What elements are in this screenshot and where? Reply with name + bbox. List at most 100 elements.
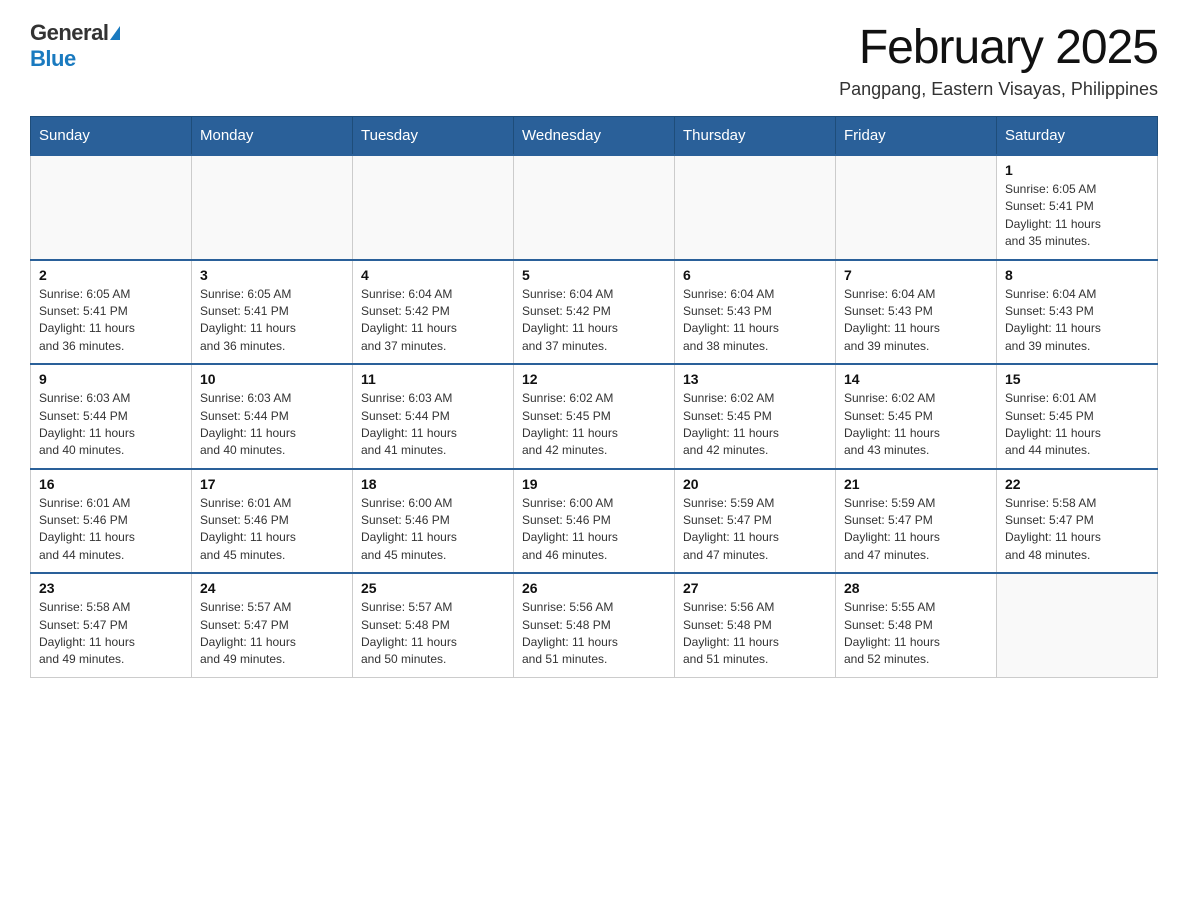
day-number: 11	[361, 371, 505, 387]
logo: General Blue	[30, 20, 120, 72]
calendar-cell	[514, 155, 675, 260]
day-number: 8	[1005, 267, 1149, 283]
weekday-header-tuesday: Tuesday	[353, 117, 514, 156]
day-number: 14	[844, 371, 988, 387]
week-row-3: 9 Sunrise: 6:03 AMSunset: 5:44 PMDaylight…	[31, 364, 1158, 469]
day-info: Sunrise: 5:59 AMSunset: 5:47 PMDaylight:…	[683, 495, 827, 565]
calendar-cell: 24 Sunrise: 5:57 AMSunset: 5:47 PMDayligh…	[192, 573, 353, 677]
calendar-cell: 17 Sunrise: 6:01 AMSunset: 5:46 PMDayligh…	[192, 469, 353, 574]
day-info: Sunrise: 6:04 AMSunset: 5:42 PMDaylight:…	[361, 286, 505, 356]
day-number: 10	[200, 371, 344, 387]
day-info: Sunrise: 6:05 AMSunset: 5:41 PMDaylight:…	[200, 286, 344, 356]
day-number: 17	[200, 476, 344, 492]
calendar-cell	[31, 155, 192, 260]
day-info: Sunrise: 6:02 AMSunset: 5:45 PMDaylight:…	[844, 390, 988, 460]
day-number: 24	[200, 580, 344, 596]
calendar-table: SundayMondayTuesdayWednesdayThursdayFrid…	[30, 116, 1158, 678]
day-info: Sunrise: 6:01 AMSunset: 5:46 PMDaylight:…	[200, 495, 344, 565]
weekday-header-row: SundayMondayTuesdayWednesdayThursdayFrid…	[31, 117, 1158, 156]
logo-triangle-icon	[110, 26, 120, 40]
logo-general-text: General	[30, 20, 108, 46]
day-info: Sunrise: 5:57 AMSunset: 5:47 PMDaylight:…	[200, 599, 344, 669]
calendar-cell: 2 Sunrise: 6:05 AMSunset: 5:41 PMDaylight…	[31, 260, 192, 365]
day-number: 13	[683, 371, 827, 387]
calendar-cell: 20 Sunrise: 5:59 AMSunset: 5:47 PMDayligh…	[675, 469, 836, 574]
day-number: 27	[683, 580, 827, 596]
calendar-cell: 11Sunrise: 6:03 AMSunset: 5:44 PMDayligh…	[353, 364, 514, 469]
week-row-5: 23 Sunrise: 5:58 AMSunset: 5:47 PMDayligh…	[31, 573, 1158, 677]
calendar-cell: 19Sunrise: 6:00 AMSunset: 5:46 PMDayligh…	[514, 469, 675, 574]
day-info: Sunrise: 6:04 AMSunset: 5:43 PMDaylight:…	[844, 286, 988, 356]
day-info: Sunrise: 6:01 AMSunset: 5:45 PMDaylight:…	[1005, 390, 1149, 460]
calendar-cell: 18 Sunrise: 6:00 AMSunset: 5:46 PMDayligh…	[353, 469, 514, 574]
day-number: 20	[683, 476, 827, 492]
calendar-cell	[836, 155, 997, 260]
day-info: Sunrise: 5:57 AMSunset: 5:48 PMDaylight:…	[361, 599, 505, 669]
week-row-4: 16 Sunrise: 6:01 AMSunset: 5:46 PMDayligh…	[31, 469, 1158, 574]
calendar-cell: 22Sunrise: 5:58 AMSunset: 5:47 PMDayligh…	[997, 469, 1158, 574]
calendar-cell: 9 Sunrise: 6:03 AMSunset: 5:44 PMDaylight…	[31, 364, 192, 469]
calendar-cell: 14 Sunrise: 6:02 AMSunset: 5:45 PMDayligh…	[836, 364, 997, 469]
calendar-cell: 3Sunrise: 6:05 AMSunset: 5:41 PMDaylight…	[192, 260, 353, 365]
day-info: Sunrise: 6:01 AMSunset: 5:46 PMDaylight:…	[39, 495, 183, 565]
day-number: 6	[683, 267, 827, 283]
day-number: 23	[39, 580, 183, 596]
day-number: 2	[39, 267, 183, 283]
day-number: 26	[522, 580, 666, 596]
calendar-cell: 28 Sunrise: 5:55 AMSunset: 5:48 PMDayligh…	[836, 573, 997, 677]
calendar-cell: 10 Sunrise: 6:03 AMSunset: 5:44 PMDayligh…	[192, 364, 353, 469]
logo-blue-text: Blue	[30, 46, 76, 71]
day-info: Sunrise: 6:05 AMSunset: 5:41 PMDaylight:…	[1005, 181, 1149, 251]
day-info: Sunrise: 5:58 AMSunset: 5:47 PMDaylight:…	[39, 599, 183, 669]
month-title: February 2025	[839, 20, 1158, 75]
day-number: 18	[361, 476, 505, 492]
calendar-cell: 23 Sunrise: 5:58 AMSunset: 5:47 PMDayligh…	[31, 573, 192, 677]
calendar-cell: 16 Sunrise: 6:01 AMSunset: 5:46 PMDayligh…	[31, 469, 192, 574]
day-info: Sunrise: 6:02 AMSunset: 5:45 PMDaylight:…	[683, 390, 827, 460]
day-number: 4	[361, 267, 505, 283]
calendar-cell	[675, 155, 836, 260]
day-info: Sunrise: 6:04 AMSunset: 5:42 PMDaylight:…	[522, 286, 666, 356]
day-info: Sunrise: 6:03 AMSunset: 5:44 PMDaylight:…	[200, 390, 344, 460]
weekday-header-sunday: Sunday	[31, 117, 192, 156]
day-info: Sunrise: 6:04 AMSunset: 5:43 PMDaylight:…	[683, 286, 827, 356]
location-subtitle: Pangpang, Eastern Visayas, Philippines	[839, 79, 1158, 100]
day-info: Sunrise: 6:04 AMSunset: 5:43 PMDaylight:…	[1005, 286, 1149, 356]
calendar-cell: 4 Sunrise: 6:04 AMSunset: 5:42 PMDaylight…	[353, 260, 514, 365]
day-number: 12	[522, 371, 666, 387]
day-info: Sunrise: 5:59 AMSunset: 5:47 PMDaylight:…	[844, 495, 988, 565]
week-row-2: 2 Sunrise: 6:05 AMSunset: 5:41 PMDaylight…	[31, 260, 1158, 365]
day-number: 16	[39, 476, 183, 492]
day-number: 1	[1005, 162, 1149, 178]
day-info: Sunrise: 6:05 AMSunset: 5:41 PMDaylight:…	[39, 286, 183, 356]
calendar-cell: 1 Sunrise: 6:05 AMSunset: 5:41 PMDaylight…	[997, 155, 1158, 260]
calendar-cell: 13 Sunrise: 6:02 AMSunset: 5:45 PMDayligh…	[675, 364, 836, 469]
day-info: Sunrise: 5:55 AMSunset: 5:48 PMDaylight:…	[844, 599, 988, 669]
weekday-header-saturday: Saturday	[997, 117, 1158, 156]
day-number: 5	[522, 267, 666, 283]
calendar-cell: 12Sunrise: 6:02 AMSunset: 5:45 PMDayligh…	[514, 364, 675, 469]
calendar-cell	[997, 573, 1158, 677]
weekday-header-friday: Friday	[836, 117, 997, 156]
day-number: 22	[1005, 476, 1149, 492]
weekday-header-monday: Monday	[192, 117, 353, 156]
calendar-cell: 25 Sunrise: 5:57 AMSunset: 5:48 PMDayligh…	[353, 573, 514, 677]
day-info: Sunrise: 6:00 AMSunset: 5:46 PMDaylight:…	[361, 495, 505, 565]
calendar-cell: 27 Sunrise: 5:56 AMSunset: 5:48 PMDayligh…	[675, 573, 836, 677]
day-info: Sunrise: 5:56 AMSunset: 5:48 PMDaylight:…	[683, 599, 827, 669]
day-info: Sunrise: 5:56 AMSunset: 5:48 PMDaylight:…	[522, 599, 666, 669]
day-number: 9	[39, 371, 183, 387]
day-info: Sunrise: 6:00 AMSunset: 5:46 PMDaylight:…	[522, 495, 666, 565]
calendar-cell	[192, 155, 353, 260]
day-number: 15	[1005, 371, 1149, 387]
day-number: 28	[844, 580, 988, 596]
header: General Blue February 2025 Pangpang, Eas…	[30, 20, 1158, 100]
calendar-cell	[353, 155, 514, 260]
calendar-cell: 26 Sunrise: 5:56 AMSunset: 5:48 PMDayligh…	[514, 573, 675, 677]
week-row-1: 1 Sunrise: 6:05 AMSunset: 5:41 PMDaylight…	[31, 155, 1158, 260]
calendar-cell: 8 Sunrise: 6:04 AMSunset: 5:43 PMDaylight…	[997, 260, 1158, 365]
day-number: 25	[361, 580, 505, 596]
day-info: Sunrise: 6:03 AMSunset: 5:44 PMDaylight:…	[39, 390, 183, 460]
weekday-header-wednesday: Wednesday	[514, 117, 675, 156]
calendar-cell: 15 Sunrise: 6:01 AMSunset: 5:45 PMDayligh…	[997, 364, 1158, 469]
